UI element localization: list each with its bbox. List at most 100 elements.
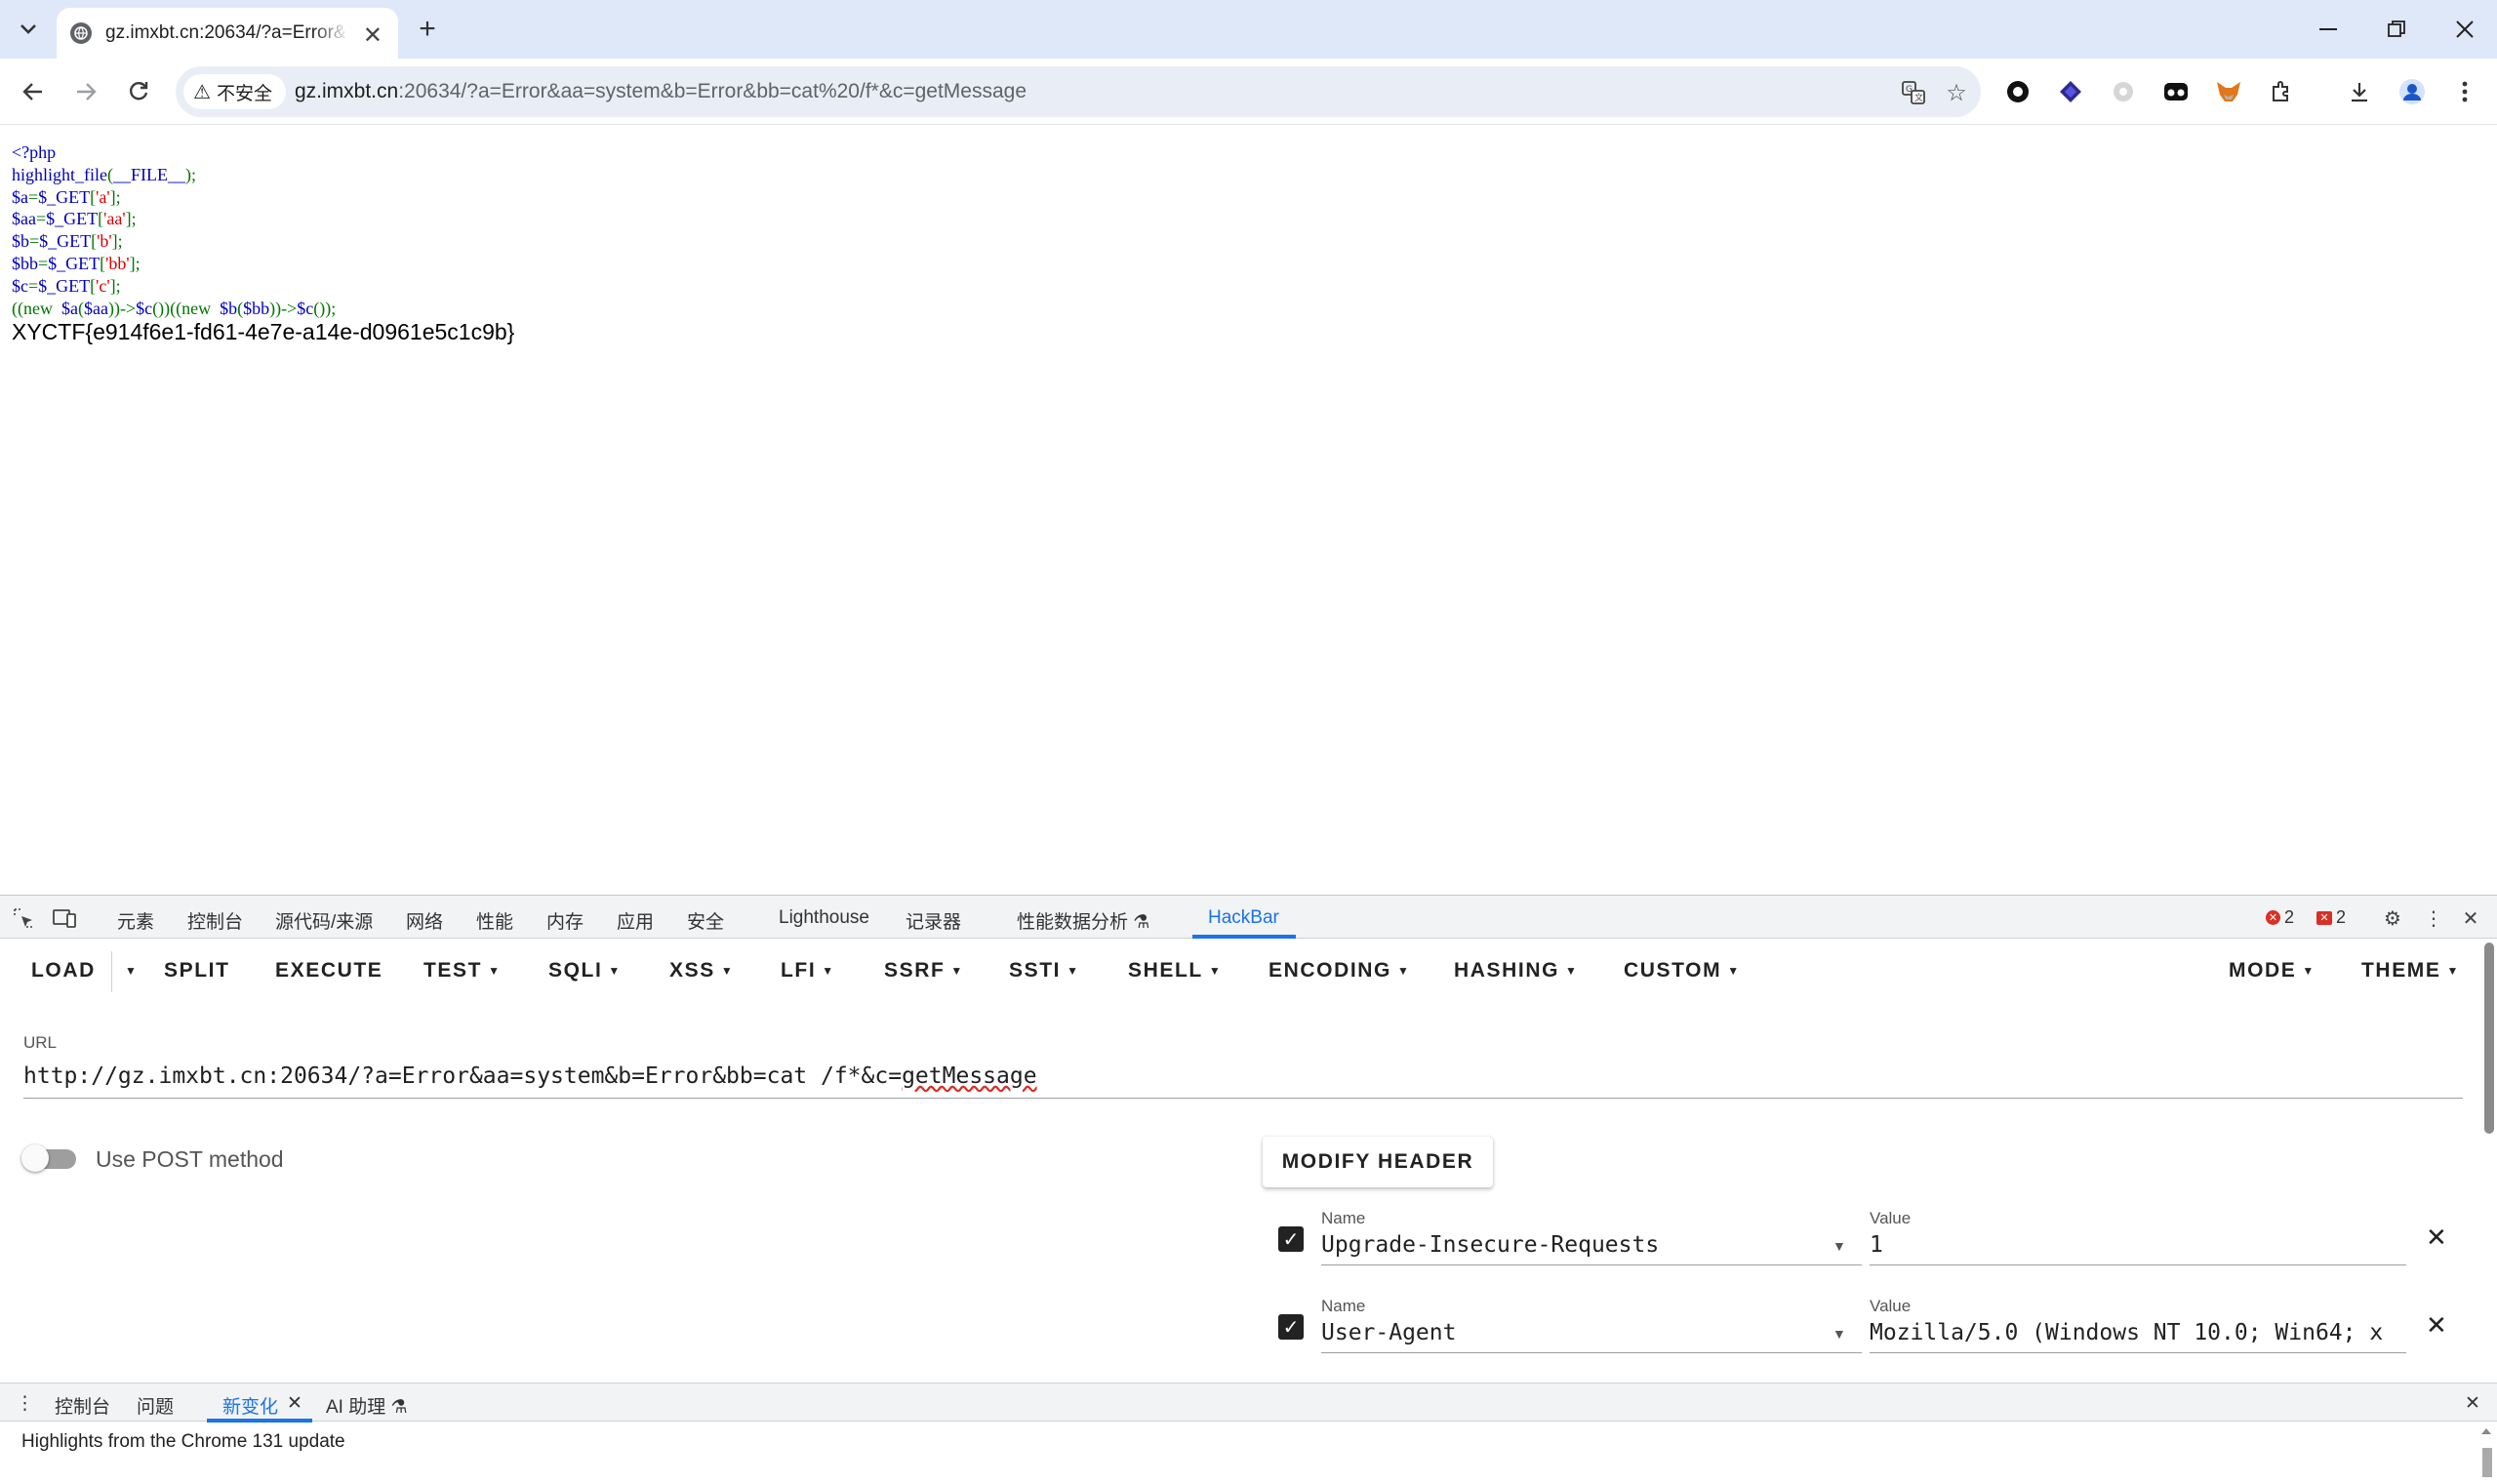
header-name-label: Name [1321,1297,1366,1315]
drawer-tab-whats-new[interactable]: 新变化 [222,1392,278,1419]
remove-header-icon[interactable]: ✕ [2426,1310,2447,1341]
shell-menu[interactable]: SHELL ▼ [1128,959,1222,983]
profile-avatar-icon[interactable] [2395,74,2430,109]
bookmark-star-icon[interactable]: ☆ [1940,76,1973,109]
custom-menu[interactable]: CUSTOM ▼ [1624,959,1741,983]
caret-down-icon: ▼ [1565,964,1579,979]
drawer-close-icon[interactable]: ✕ [2465,1392,2480,1415]
header-name-select[interactable]: Upgrade-Insecure-Requests [1321,1228,1862,1265]
devtools-tab-performance-insights[interactable]: 性能数据分析 ⚗ [1017,907,1149,934]
back-button[interactable] [14,72,53,111]
caret-down-icon: ▼ [1208,964,1223,979]
device-toolbar-icon[interactable] [51,905,78,931]
issue-count-badge[interactable]: ✕ 2 [2316,907,2346,928]
forward-button[interactable] [66,72,105,111]
header-value-input[interactable]: Mozilla/5.0 (Windows NT 10.0; Win64; x [1870,1316,2406,1353]
devtools-tab-performance[interactable]: 性能 [476,907,513,934]
new-tab-button[interactable]: + [410,12,445,47]
code-token: ]; [129,253,141,273]
command-output: XYCTF{e914f6e1-fd61-4e7e-a14e-d0961e5c1c… [12,319,515,344]
code-token: ]; [111,231,123,252]
drawer-tab-issues[interactable]: 问题 [137,1392,174,1419]
devtools-close-icon[interactable]: ✕ [2457,905,2484,931]
mode-menu[interactable]: MODE ▼ [2229,959,2316,983]
extension-diamond-icon[interactable] [2053,74,2088,109]
url-input-value-end: getMessage [902,1063,1037,1089]
browser-tab-active[interactable]: gz.imxbt.cn:20634/?a=Error& ✕ [57,8,398,59]
devtools-tab-network[interactable]: 网络 [406,907,443,934]
xss-menu[interactable]: XSS ▼ [669,959,734,983]
devtools-settings-gear-icon[interactable]: ⚙ [2379,905,2406,931]
url-input-value-main: http://gz.imxbt.cn:20634/?a=Error&aa=sys… [23,1063,903,1089]
extension-gear-icon[interactable] [2106,74,2141,109]
address-url[interactable]: gz.imxbt.cn:20634/?a=Error&aa=system&b=E… [295,80,1027,103]
translate-icon[interactable]: G文 [1897,76,1930,109]
header-name-select[interactable]: User-Agent [1321,1316,1862,1353]
header-value-input[interactable]: 1 [1870,1228,2406,1265]
devtools-more-icon[interactable]: ⋮ [2420,905,2447,931]
devtools-tab-hackbar[interactable]: HackBar [1208,907,1279,929]
drawer-tab-ai-assistant[interactable]: AI 助理 ⚗ [326,1392,408,1419]
minimize-icon [2319,28,2337,30]
devtools-tab-elements[interactable]: 元素 [117,907,154,934]
drawer-tab-bar: ⋮ 控制台 问题 新变化 ✕ AI 助理 ⚗ ✕ [0,1383,2497,1423]
devtools-tab-lighthouse[interactable]: Lighthouse [779,907,869,929]
devtools-tab-application[interactable]: 应用 [617,907,654,934]
extensions-puzzle-icon[interactable] [2264,74,2299,109]
devtools-tab-security[interactable]: 安全 [687,907,724,934]
devtools-tab-console[interactable]: 控制台 [187,907,243,934]
encoding-menu[interactable]: ENCODING ▼ [1269,959,1410,983]
back-arrow-icon [22,83,42,100]
drawer-tab-close-icon[interactable]: ✕ [287,1392,302,1415]
error-count-badge[interactable]: ✕ 2 [2266,907,2294,928]
execute-button[interactable]: EXECUTE [275,959,383,983]
drawer-menu-icon[interactable]: ⋮ [16,1392,34,1415]
security-chip[interactable]: ⚠ 不安全 [183,74,286,109]
code-line: $a=$_GET['a']; [12,186,336,209]
close-window-button[interactable] [2437,10,2492,49]
code-token: = [29,231,40,252]
load-button[interactable]: LOAD [31,959,96,983]
restore-button[interactable] [2369,10,2424,49]
header-enabled-checkbox[interactable]: ✓ [1278,1314,1304,1340]
xss-menu-label: XSS [669,959,715,982]
encoding-menu-label: ENCODING [1269,959,1391,982]
devtools-tab-sources[interactable]: 源代码/来源 [275,907,373,934]
download-icon[interactable] [2342,74,2377,109]
ssrf-menu[interactable]: SSRF ▼ [884,959,964,983]
drawer-scrollbar[interactable] [2478,1424,2494,1479]
caret-down-icon[interactable]: ▼ [1832,1326,1846,1342]
metamask-fox-icon[interactable] [2211,74,2246,109]
extension-glasses-icon[interactable] [2158,74,2194,109]
sqli-menu-label: SQLI [548,959,603,982]
tab-close-icon[interactable]: ✕ [363,21,383,50]
header-enabled-checkbox[interactable]: ✓ [1278,1226,1304,1252]
hashing-menu[interactable]: HASHING ▼ [1454,959,1579,983]
remove-header-icon[interactable]: ✕ [2426,1223,2447,1253]
minimize-button[interactable] [2301,10,2356,49]
theme-menu[interactable]: THEME ▼ [2361,959,2460,983]
devtools-tab-recorder[interactable]: 记录器 [906,907,961,934]
ssti-menu[interactable]: SSTI ▼ [1009,959,1080,983]
drawer-tab-console[interactable]: 控制台 [55,1392,110,1419]
caret-down-icon[interactable]: ▼ [1832,1238,1846,1254]
url-input-value[interactable]: http://gz.imxbt.cn:20634/?a=Error&aa=sys… [23,1063,1037,1089]
sqli-menu[interactable]: SQLI ▼ [548,959,622,983]
tab-search-button[interactable] [8,12,49,47]
test-menu[interactable]: TEST ▼ [423,959,502,983]
load-dropdown-icon[interactable]: ▼ [119,959,138,983]
split-button[interactable]: SPLIT [164,959,230,983]
reload-button[interactable] [119,72,158,111]
inspect-element-icon[interactable] [10,905,37,931]
code-token: = [35,209,47,229]
modify-header-button[interactable]: MODIFY HEADER [1263,1137,1493,1187]
hackbar-scrollbar[interactable] [2484,943,2494,1134]
extension-circle-icon[interactable] [2000,74,2035,109]
lfi-menu[interactable]: LFI ▼ [781,959,835,983]
post-method-toggle[interactable] [21,1144,78,1172]
browser-menu-icon[interactable] [2447,74,2482,109]
address-bar[interactable]: ⚠ 不安全 gz.imxbt.cn:20634/?a=Error&aa=syst… [176,66,1981,117]
tab-title: gz.imxbt.cn:20634/?a=Error& [105,22,346,43]
post-method-label: Use POST method [96,1146,284,1172]
devtools-tab-memory[interactable]: 内存 [546,907,584,934]
